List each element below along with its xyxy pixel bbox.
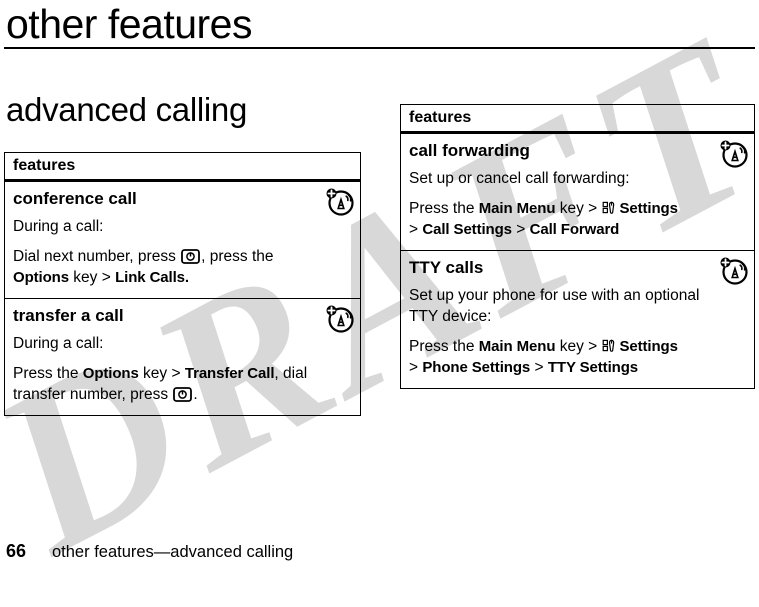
text-fragment: > — [409, 359, 423, 376]
right-column: features A call forwarding Set up or can… — [400, 104, 755, 389]
text-fragment-bold: Main Menu — [478, 200, 556, 217]
manual-page: other features advanced calling features… — [0, 0, 759, 568]
text-fragment-bold: Phone Settings — [422, 359, 531, 376]
text-fragment-bold: Transfer Call — [184, 365, 275, 382]
text-fragment: > — [409, 221, 423, 238]
row-paragraph: Press the Main Menu key > Settings > Pho… — [409, 336, 710, 378]
text-fragment-bold: Settings — [619, 200, 678, 217]
row-paragraph: During a call: — [13, 335, 104, 352]
row-title: TTY calls — [409, 258, 484, 277]
text-fragment: . — [193, 386, 198, 403]
send-key-icon — [173, 387, 193, 402]
text-fragment-bold: Options — [13, 269, 69, 286]
left-column: features A conference call During a call… — [4, 152, 361, 416]
features-table-left: features A conference call During a call… — [4, 152, 361, 416]
table-header-features-right: features — [401, 105, 754, 134]
table-row: A TTY calls Set up your phone for use wi… — [401, 251, 754, 388]
text-fragment-bold: Settings — [619, 338, 678, 355]
network-feature-icon: A — [325, 187, 355, 217]
text-fragment-bold: Call Forward — [529, 221, 620, 238]
settings-tool-icon — [602, 200, 617, 215]
row-paragraph: Set up your phone for use with an option… — [409, 287, 700, 325]
text-fragment-bold: Main Menu — [478, 338, 556, 355]
svg-text:A: A — [732, 151, 739, 161]
footer-breadcrumb: other features—advanced calling — [52, 543, 294, 561]
row-title: call forwarding — [409, 141, 530, 160]
text-fragment: key > — [138, 365, 185, 382]
row-paragraph: Dial next number, press , press the Opti… — [13, 246, 316, 288]
network-feature-icon: A — [719, 256, 749, 286]
row-paragraph: During a call: — [13, 218, 104, 235]
row-title: transfer a call — [13, 306, 124, 325]
send-key-icon — [181, 249, 201, 264]
network-feature-icon: A — [325, 304, 355, 334]
page-footer: 66 other features—advanced calling — [6, 541, 293, 562]
text-fragment: Press the — [13, 365, 83, 382]
text-fragment: key > — [68, 269, 116, 286]
table-row: A transfer a call During a call: Press t… — [5, 299, 360, 415]
section-title: advanced calling — [6, 91, 248, 128]
text-fragment-bold: Options — [82, 365, 139, 382]
title-divider — [4, 47, 755, 49]
svg-text:A: A — [338, 199, 345, 209]
text-fragment-bold: TTY Settings — [547, 359, 639, 376]
network-feature-icon: A — [719, 139, 749, 169]
table-row: A conference call During a call: Dial ne… — [5, 182, 360, 299]
row-paragraph: Set up or cancel call forwarding: — [409, 170, 630, 187]
text-fragment: Press the — [409, 338, 479, 355]
svg-text:A: A — [732, 268, 739, 278]
text-fragment: , press the — [201, 248, 274, 265]
row-paragraph: Press the Main Menu key > Settings > Cal… — [409, 198, 710, 240]
footer-page-number: 66 — [6, 541, 27, 561]
text-fragment-bold: Call Settings — [422, 221, 512, 238]
text-fragment: key > — [555, 200, 602, 217]
settings-tool-icon — [602, 338, 617, 353]
svg-text:A: A — [338, 316, 345, 326]
text-fragment: key > — [555, 338, 602, 355]
text-fragment: Press the — [409, 200, 479, 217]
text-fragment: > — [511, 221, 530, 238]
text-fragment: > — [530, 359, 548, 376]
row-paragraph: Press the Options key > Transfer Call, d… — [13, 363, 316, 405]
text-fragment-bold: Link Calls — [115, 269, 185, 286]
text-fragment-bold: . — [184, 269, 189, 286]
row-title: conference call — [13, 189, 137, 208]
text-fragment: Dial next number, press — [13, 248, 181, 265]
features-table-right: features A call forwarding Set up or can… — [400, 104, 755, 389]
table-row: A call forwarding Set up or cancel call … — [401, 134, 754, 251]
page-title: other features — [6, 1, 253, 47]
table-header-features-left: features — [5, 153, 360, 182]
